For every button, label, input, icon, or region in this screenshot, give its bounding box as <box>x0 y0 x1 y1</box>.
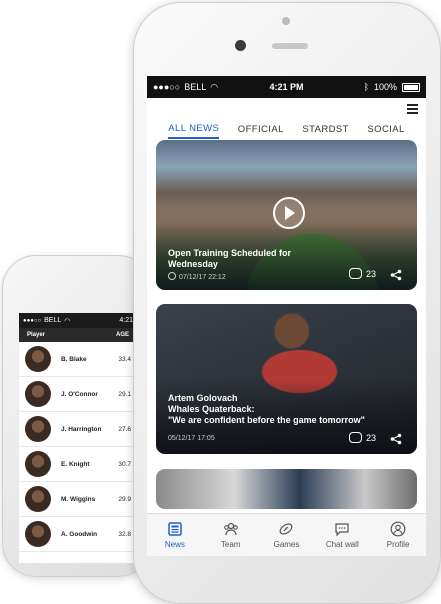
player-avatar <box>25 486 51 512</box>
comment-count: 23 <box>366 268 377 279</box>
back-phone: ●●●○○ BELL ◠ 4:21 Player AGE B. Blake 33.… <box>2 255 152 577</box>
nav-label: Profile <box>386 540 410 549</box>
news-title-line: "We are confident before the game tomorr… <box>168 415 365 425</box>
comments-button[interactable]: 23 <box>349 432 376 443</box>
player-row[interactable]: A. Goodwin 32.8 <box>19 517 137 552</box>
player-row[interactable]: J. O'Connor 29.1 <box>19 377 137 412</box>
back-status-bar: ●●●○○ BELL ◠ 4:21 <box>19 313 137 328</box>
player-row[interactable]: J. Harrington 27.6 <box>19 412 137 447</box>
football-icon <box>280 523 293 535</box>
news-card-date: 05/12/17 17:05 <box>168 435 215 442</box>
player-age: 30.7 <box>118 460 131 468</box>
player-age: 33.4 <box>118 355 131 363</box>
speaker-grille <box>272 43 308 49</box>
roster-header: Player AGE <box>19 328 137 342</box>
comment-icon <box>349 432 362 443</box>
player-name: E. Knight <box>61 460 90 468</box>
age-column-header: AGE <box>115 332 129 338</box>
chat-icon <box>335 523 349 537</box>
news-title-line: Wednesday <box>168 259 218 269</box>
player-name: M. Wiggins <box>61 495 96 503</box>
news-card[interactable]: Artem Golovach Whales Quaterback: "We ar… <box>156 304 417 454</box>
player-row[interactable]: M. Wiggins 29.9 <box>19 482 137 517</box>
front-camera <box>235 40 246 51</box>
sensor-dot <box>282 17 290 25</box>
player-row[interactable]: B. Blake 33.4 <box>19 342 137 377</box>
status-time: 4:21 PM <box>269 82 304 92</box>
front-phone-screen: ●●●○○ BELL ◠ 4:21 PM ᛒ 100% ALL NEWS OFF… <box>147 76 426 556</box>
wifi-icon: ◠ <box>64 317 71 325</box>
player-age: 32.8 <box>118 530 131 538</box>
status-bar: ●●●○○ BELL ◠ 4:21 PM ᛒ 100% <box>147 76 426 98</box>
news-card[interactable] <box>156 469 417 509</box>
tab-social[interactable]: SOCIAL <box>367 124 404 138</box>
nav-label: News <box>164 540 185 549</box>
tab-all-news[interactable]: ALL NEWS <box>168 123 220 139</box>
news-title-line: Whales Quaterback: <box>168 404 255 414</box>
player-avatar <box>25 416 51 442</box>
player-row[interactable]: E. Knight 30.7 <box>19 447 137 482</box>
news-card-date: 07/12/17 22:12 <box>168 272 226 281</box>
back-phone-screen: ●●●○○ BELL ◠ 4:21 Player AGE B. Blake 33.… <box>19 313 137 563</box>
comments-button[interactable]: 23 <box>349 268 376 279</box>
top-bar <box>147 98 426 118</box>
battery-icon <box>402 82 420 92</box>
player-age: 27.6 <box>118 425 131 433</box>
news-card-title: Artem Golovach Whales Quaterback: "We ar… <box>168 393 365 426</box>
hamburger-menu-icon[interactable] <box>407 104 418 114</box>
player-avatar <box>25 451 51 477</box>
tab-stardst[interactable]: STARDST <box>302 124 348 138</box>
signal-icon: ●●●○○ <box>23 317 42 324</box>
news-card-title: Open Training Scheduled for Wednesday <box>168 248 291 270</box>
player-name: J. O'Connor <box>61 390 98 398</box>
player-avatar <box>25 381 51 407</box>
team-icon <box>223 522 238 536</box>
player-avatar <box>25 521 51 547</box>
carrier-label: BELL <box>44 317 62 324</box>
player-name: J. Harrington <box>61 425 102 433</box>
share-icon[interactable] <box>390 433 402 445</box>
clock-icon <box>168 272 176 280</box>
player-age: 29.9 <box>118 495 131 503</box>
status-time: 4:21 <box>119 317 133 324</box>
comment-count: 23 <box>366 432 377 443</box>
share-icon[interactable] <box>390 269 402 281</box>
player-column-header: Player <box>27 332 46 338</box>
nav-label: Chat wall <box>325 540 359 549</box>
news-title-line: Artem Golovach <box>168 393 238 403</box>
tab-official[interactable]: OFFICIAL <box>238 124 284 138</box>
comment-icon <box>349 268 362 279</box>
front-phone: ●●●○○ BELL ◠ 4:21 PM ᛒ 100% ALL NEWS OFF… <box>133 2 441 604</box>
profile-icon <box>390 521 406 537</box>
play-video-icon[interactable] <box>273 197 305 229</box>
player-name: B. Blake <box>61 355 87 363</box>
nav-label: Games <box>273 540 300 549</box>
player-age: 29.1 <box>118 390 131 398</box>
news-card[interactable]: Open Training Scheduled for Wednesday 07… <box>156 140 417 290</box>
nav-label: Team <box>220 540 241 549</box>
news-title-line: Open Training Scheduled for <box>168 248 292 258</box>
player-avatar <box>25 346 51 372</box>
player-name: A. Goodwin <box>61 530 98 538</box>
news-date-text: 05/12/17 17:05 <box>168 435 215 442</box>
news-date-text: 07/12/17 22:12 <box>179 274 226 281</box>
newspaper-icon <box>168 522 182 536</box>
